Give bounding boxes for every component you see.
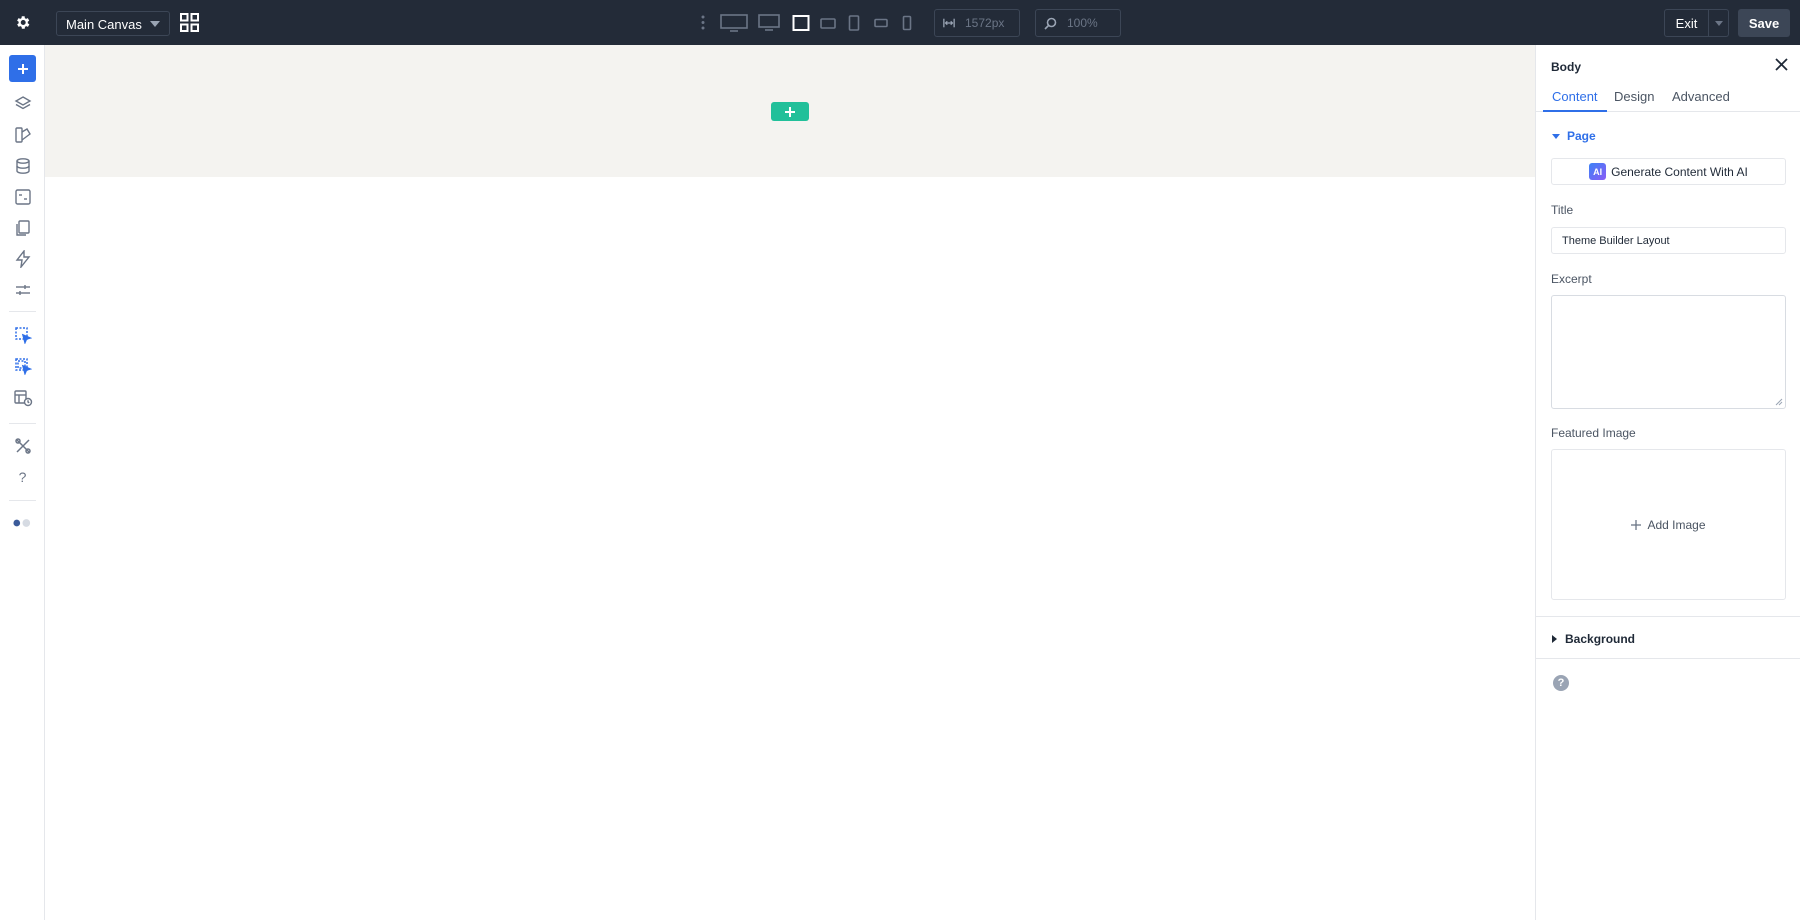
lightning-icon[interactable] (12, 248, 33, 269)
grid-icon[interactable] (180, 13, 199, 32)
desktop-icon[interactable] (758, 12, 780, 34)
group-background[interactable]: Background (1536, 616, 1800, 659)
exit-button[interactable]: Exit (1664, 9, 1709, 37)
phone-icon[interactable] (902, 12, 912, 34)
tab-content[interactable]: Content (1552, 89, 1598, 104)
builder-canvas[interactable] (45, 45, 1535, 920)
add-element-button[interactable] (9, 55, 36, 82)
canvas-width-field[interactable]: 1572px (934, 9, 1020, 37)
generate-ai-button[interactable]: AI Generate Content With AI (1551, 158, 1786, 185)
help-icon[interactable]: ? (12, 466, 33, 487)
tools-icon[interactable] (12, 435, 33, 456)
group-background-label: Background (1565, 632, 1636, 646)
title-input[interactable]: Theme Builder Layout (1551, 227, 1786, 254)
pages-icon[interactable] (12, 217, 33, 238)
panel-title: Body (1551, 60, 1581, 74)
tab-design[interactable]: Design (1614, 89, 1654, 104)
layout-clock-icon[interactable] (12, 387, 33, 408)
database-icon[interactable] (12, 155, 33, 176)
brush-icon[interactable] (12, 124, 33, 145)
group-background-header[interactable]: Background (1550, 632, 1635, 646)
resize-handle-icon[interactable] (1775, 398, 1783, 406)
settings-panel: Body Content Design Advanced Page AI Gen… (1535, 45, 1800, 920)
featured-image-label: Featured Image (1551, 426, 1636, 440)
plus-icon (785, 106, 795, 117)
plus-icon (17, 63, 28, 74)
add-image-label: Add Image (1647, 517, 1706, 532)
generate-ai-label: Generate Content With AI (1611, 164, 1748, 179)
pointer-one-icon[interactable] (12, 324, 33, 345)
width-arrows-icon (943, 17, 955, 29)
top-toolbar: Main Canvas 1572px 100% Exit Save (0, 0, 1800, 45)
desktop-active-icon[interactable] (792, 12, 810, 34)
search-icon (1044, 17, 1057, 30)
phone-landscape-icon[interactable] (874, 12, 888, 34)
ai-icon: AI (1589, 163, 1607, 180)
tablet-landscape-icon[interactable] (820, 12, 836, 34)
title-label: Title (1551, 203, 1574, 217)
zoom-field[interactable]: 100% (1035, 9, 1121, 37)
canvas-select[interactable]: Main Canvas (56, 11, 170, 36)
excerpt-label: Excerpt (1551, 272, 1592, 286)
chevron-down-icon (1714, 20, 1723, 26)
settings-sliders-icon[interactable] (12, 279, 33, 300)
chevron-down-icon (150, 21, 160, 27)
divider (9, 500, 36, 501)
group-page-header[interactable]: Page (1550, 129, 1596, 143)
caret-down-icon (1552, 133, 1560, 139)
template-icon[interactable] (12, 186, 33, 207)
divider (9, 311, 36, 312)
left-sidebar: ? (0, 45, 45, 920)
tablet-icon[interactable] (848, 12, 860, 34)
canvas-select-value: Main Canvas (66, 17, 142, 32)
more-vertical-icon[interactable] (700, 13, 706, 32)
toggle-icon[interactable] (12, 512, 33, 533)
save-button[interactable]: Save (1738, 9, 1790, 37)
exit-options-button[interactable] (1709, 9, 1729, 37)
section-block[interactable] (45, 45, 1535, 177)
panel-tabs: Content Design Advanced (1536, 79, 1800, 112)
group-page-label: Page (1567, 129, 1596, 143)
caret-right-icon (1552, 635, 1557, 643)
active-tab-indicator (1543, 110, 1607, 112)
add-section-button[interactable] (771, 102, 809, 121)
divider (9, 423, 36, 424)
gear-icon[interactable] (12, 12, 33, 33)
desktop-xl-icon[interactable] (720, 12, 748, 34)
zoom-value: 100% (1067, 16, 1098, 30)
close-icon[interactable] (1774, 57, 1789, 72)
layers-icon[interactable] (12, 93, 33, 114)
tab-advanced[interactable]: Advanced (1672, 89, 1730, 104)
featured-image-dropzone[interactable]: Add Image (1551, 449, 1786, 600)
pointer-many-icon[interactable] (12, 355, 33, 376)
plus-icon (1631, 519, 1642, 530)
canvas-width-value: 1572px (965, 16, 1005, 30)
excerpt-textarea[interactable] (1551, 295, 1786, 409)
help-icon[interactable]: ? (1553, 675, 1569, 691)
